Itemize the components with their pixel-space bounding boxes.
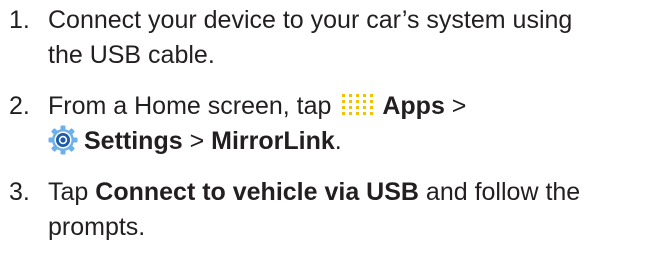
step-2-prefix: From a Home screen, tap (48, 92, 332, 120)
settings-label: Settings (84, 127, 183, 155)
step-number: 2. (9, 92, 30, 120)
apps-grid-icon (341, 92, 374, 118)
mirrorlink-label: MirrorLink (211, 127, 335, 155)
step-2: 2. From a Home screen, tap Apps > Settin… (0, 89, 658, 159)
step-1-line-1: Connect your device to your car’s system… (48, 6, 573, 34)
separator: > (189, 127, 205, 155)
settings-gear-icon (48, 125, 78, 155)
instruction-steps: 1. Connect your device to your car’s sys… (0, 3, 658, 261)
apps-label: Apps (382, 92, 445, 120)
connect-usb-label: Connect to vehicle via USB (95, 178, 419, 206)
step-3-suffix: and follow the (425, 178, 581, 206)
step-3-line-2: prompts. (48, 213, 146, 241)
step-3-prefix: Tap (48, 178, 89, 206)
separator: > (451, 92, 467, 120)
step-3: 3. Tap Connect to vehicle via USB and fo… (0, 175, 658, 245)
step-number: 3. (9, 178, 30, 206)
period: . (334, 127, 342, 155)
step-1-line-2: the USB cable. (48, 41, 215, 69)
step-number: 1. (9, 6, 30, 34)
step-1: 1. Connect your device to your car’s sys… (0, 3, 658, 73)
